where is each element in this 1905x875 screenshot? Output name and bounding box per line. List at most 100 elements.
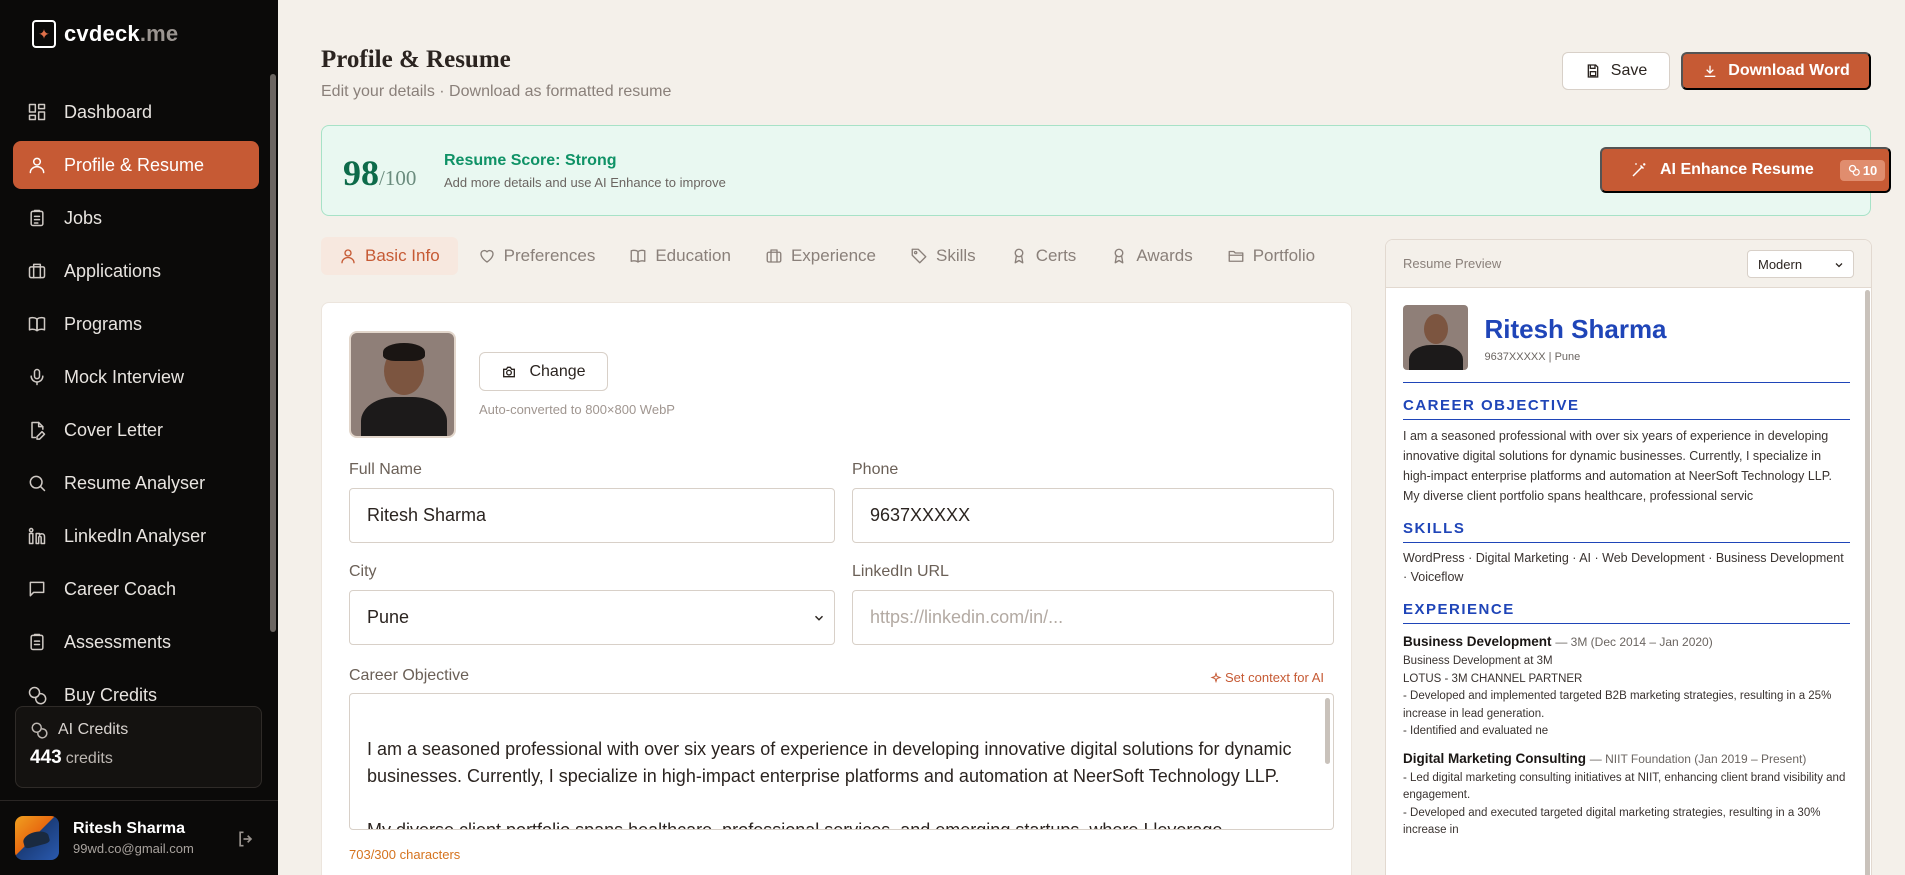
logo-icon: ✦ — [32, 20, 56, 48]
sidebar-item-linkedin-analyser[interactable]: LinkedIn Analyser — [13, 512, 259, 560]
tab-basic-info[interactable]: Basic Info — [321, 237, 458, 275]
page-subtitle: Edit your details · Download as formatte… — [321, 83, 672, 100]
sidebar-item-label: Programs — [64, 313, 143, 334]
sidebar-item-resume-analyser[interactable]: Resume Analyser — [13, 459, 259, 507]
briefcase-icon — [766, 249, 782, 263]
sidebar-item-label: Profile & Resume — [64, 154, 205, 175]
sidebar-scrollbar[interactable] — [270, 74, 276, 632]
preview-job-meta: — NIIT Foundation (Jan 2019 – Present) — [1589, 751, 1807, 766]
score-value: 98 — [343, 153, 379, 193]
user-name: Ritesh Sharma — [73, 820, 186, 837]
search-icon — [29, 475, 46, 492]
save-button[interactable]: Save — [1562, 52, 1670, 90]
tab-certs[interactable]: Certs — [992, 237, 1091, 275]
career-objective-textarea[interactable]: I am a seasoned professional with over s… — [349, 693, 1334, 830]
sidebar-item-label: Assessments — [64, 631, 172, 652]
preview-job-line: - Developed and executed targeted digita… — [1403, 806, 1821, 837]
preview-name: Ritesh Sharma — [1484, 314, 1667, 344]
tab-awards[interactable]: Awards — [1092, 237, 1206, 275]
tab-experience[interactable]: Experience — [747, 237, 890, 275]
resume-preview: Resume Preview Modern Ritesh Sharma 9637… — [1385, 239, 1872, 875]
preview-job-line: Business Development at 3M — [1403, 655, 1553, 667]
preview-scrollbar[interactable] — [1865, 290, 1870, 875]
sidebar-item-label: Buy Credits — [64, 684, 158, 705]
preview-job: Digital Marketing Consulting — NIIT Foun… — [1403, 751, 1850, 840]
coins-icon — [1848, 164, 1860, 176]
preview-job-line: - Identified and evaluated ne — [1403, 725, 1549, 737]
logout-icon[interactable] — [236, 829, 256, 849]
sidebar-item-assessments[interactable]: Assessments — [13, 618, 259, 666]
score-title: Resume Score: Strong — [444, 152, 617, 169]
sparkle-icon — [1210, 671, 1222, 683]
change-photo-button[interactable]: Change — [479, 352, 608, 391]
set-context-link[interactable]: Set context for AI — [1210, 670, 1324, 685]
sidebar-item-cover-letter[interactable]: Cover Letter — [13, 406, 259, 454]
full-name-input[interactable]: Ritesh Sharma — [349, 488, 835, 543]
download-word-button[interactable]: Download Word — [1681, 52, 1871, 90]
preview-job-line: - Led digital marketing consulting initi… — [1403, 771, 1846, 802]
user-profile: Ritesh Sharma 99wd.co@gmail.com — [0, 800, 278, 875]
sidebar-item-career-coach[interactable]: Career Coach — [13, 565, 259, 613]
score-hint: Add more details and use AI Enhance to i… — [444, 175, 726, 190]
career-objective-label: Career Objective — [349, 667, 470, 684]
preview-objective-heading: CAREER OBJECTIVE — [1403, 397, 1850, 420]
sidebar-item-mock-interview[interactable]: Mock Interview — [13, 353, 259, 401]
book-icon — [630, 249, 646, 263]
sidebar-item-programs[interactable]: Programs — [13, 300, 259, 348]
linkedin-label: LinkedIn URL — [852, 563, 949, 580]
sidebar-item-label: LinkedIn Analyser — [64, 525, 207, 546]
tab-education[interactable]: Education — [611, 237, 745, 275]
profile-photo[interactable] — [349, 331, 456, 438]
tab-label: Preferences — [503, 246, 596, 265]
preview-job-title: Digital Marketing Consulting — NIIT Foun… — [1403, 750, 1807, 766]
tab-portfolio[interactable]: Portfolio — [1209, 237, 1329, 275]
credits-unit: credits — [65, 750, 113, 767]
tab-preferences[interactable]: Preferences — [460, 237, 610, 275]
avatar[interactable] — [15, 816, 59, 860]
sidebar-item-applications[interactable]: Applications — [13, 247, 259, 295]
tab-label: Awards — [1136, 246, 1193, 265]
preview-job-title: Business Development — 3M (Dec 2014 – Ja… — [1403, 634, 1713, 649]
tag-icon — [911, 248, 927, 264]
credits-value: 443 — [30, 747, 62, 768]
preview-skills-heading: SKILLS — [1403, 520, 1850, 543]
heart-icon — [479, 249, 494, 263]
tab-label: Education — [655, 246, 731, 265]
magic-wand-icon — [1632, 163, 1646, 177]
preview-label: Resume Preview — [1403, 256, 1502, 271]
sidebar-item-label: Career Coach — [64, 578, 177, 599]
ai-cost-badge: 10 — [1839, 159, 1886, 181]
sidebar-nav: Dashboard Profile & Resume Jobs Application… — [13, 88, 259, 724]
sidebar-item-dashboard[interactable]: Dashboard — [13, 88, 259, 136]
preview-job-line: - Developed and implemented targeted B2B… — [1403, 690, 1832, 720]
profile-tabs: Basic Info Preferences Education Experience… — [321, 237, 1331, 275]
brand-tld: .me — [139, 21, 179, 46]
full-name-label: Full Name — [349, 461, 422, 478]
template-select[interactable]: Modern — [1747, 250, 1854, 278]
textarea-scrollbar[interactable] — [1325, 698, 1330, 764]
ai-credits-card[interactable]: AI Credits 443 credits — [15, 706, 262, 788]
tab-label: Experience — [790, 246, 877, 265]
preview-contact: 9637XXXXX | Pune — [1484, 351, 1581, 363]
sidebar-item-label: Resume Analyser — [64, 472, 206, 493]
resume-score-card: 98/100 Resume Score: Strong Add more det… — [321, 125, 1891, 216]
tab-label: Portfolio — [1252, 246, 1316, 265]
preview-job-meta: — 3M (Dec 2014 – Jan 2020) — [1555, 635, 1713, 649]
sidebar-item-label: Cover Letter — [64, 419, 164, 440]
brand-logo[interactable]: ✦ cvdeck.me — [32, 20, 178, 48]
tab-skills[interactable]: Skills — [892, 237, 990, 275]
briefcase-icon — [28, 263, 46, 279]
sidebar-item-profile-resume[interactable]: Profile & Resume — [13, 141, 259, 189]
city-select[interactable]: Pune — [349, 590, 835, 645]
ai-enhance-button[interactable]: AI Enhance Resume 10 — [1600, 147, 1891, 193]
file-edit-icon — [31, 421, 46, 440]
user-icon — [341, 249, 355, 264]
user-email: 99wd.co@gmail.com — [73, 841, 194, 856]
photo-hint: Auto-converted to 800×800 WebP — [479, 402, 675, 417]
sidebar-item-jobs[interactable]: Jobs — [13, 194, 259, 242]
phone-input[interactable]: 9637XXXXX — [852, 488, 1334, 543]
tab-label: Skills — [936, 246, 976, 265]
linkedin-input[interactable]: https://linkedin.com/in/... — [852, 590, 1334, 645]
character-count: 703/300 characters — [349, 847, 461, 862]
preview-job: Business Development — 3M (Dec 2014 – Ja… — [1403, 634, 1850, 741]
